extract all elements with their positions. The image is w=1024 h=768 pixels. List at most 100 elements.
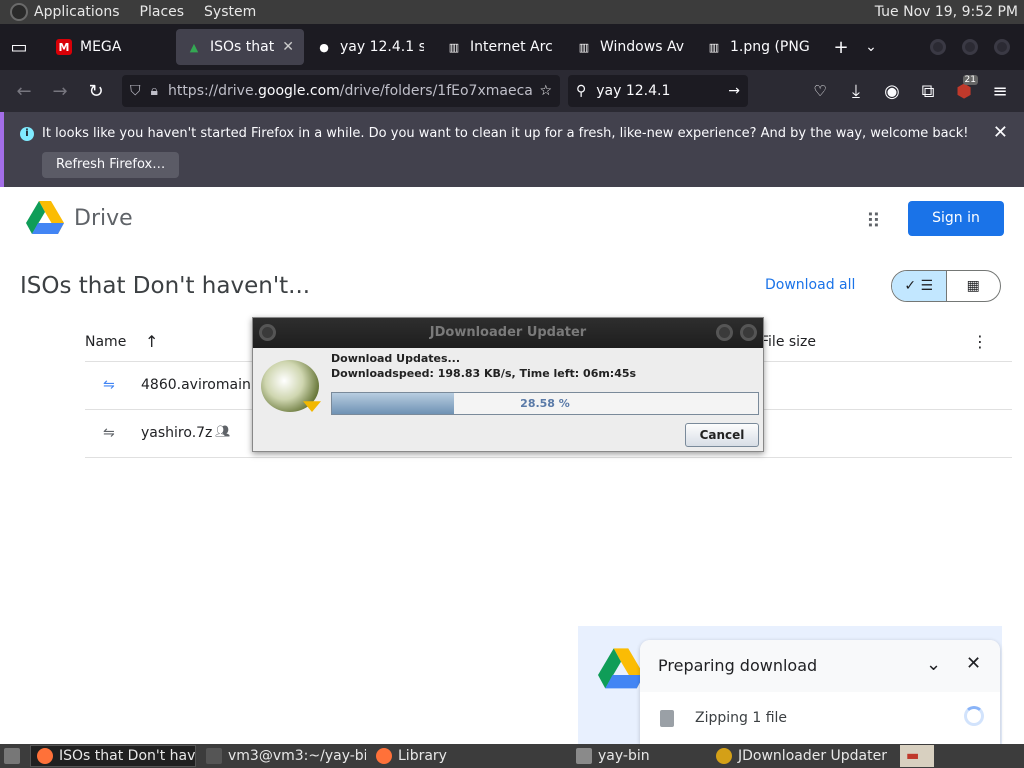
jdownloader-icon <box>716 748 732 764</box>
tab-drive[interactable]: ▲ ISOs that Don't haven't... ✕ <box>176 29 304 65</box>
close-tab-icon[interactable]: ✕ <box>282 39 294 55</box>
tab-windows-avi[interactable]: ▥ Windows Avi <box>566 29 694 65</box>
bookmark-star-icon[interactable]: ☆ <box>539 83 552 99</box>
github-favicon-icon: ● <box>319 40 329 54</box>
loading-spinner-icon <box>964 706 984 726</box>
dialog-title: JDownloader Updater <box>429 325 587 340</box>
taskbar-item-library[interactable]: Library <box>370 745 536 767</box>
reload-icon[interactable]: ↻ <box>78 81 114 102</box>
taskbar-label: yay-bin <box>598 748 650 764</box>
notification-message: i It looks like you haven't started Fire… <box>20 126 969 141</box>
taskbar-item-firefox[interactable]: ISOs that Don't hav... <box>30 745 196 767</box>
file-name[interactable]: 4860.aviromain.2 <box>141 377 264 393</box>
close-button[interactable] <box>740 324 757 341</box>
firefox-icon <box>376 748 392 764</box>
grid-view-button[interactable]: ▦ <box>947 271 1001 301</box>
terminal-icon <box>206 748 222 764</box>
info-icon: i <box>20 126 34 141</box>
account-icon[interactable]: ◉ <box>874 81 910 102</box>
download-speed-text: Downloadspeed: 198.83 KB/s, Time left: 0… <box>331 367 637 380</box>
google-apps-grid-icon[interactable]: ⠿ <box>866 209 881 233</box>
new-tab-icon[interactable]: + <box>826 37 856 58</box>
drive-favicon-icon: ▲ <box>189 40 199 54</box>
firefox-icon <box>37 748 53 764</box>
download-all-link[interactable]: Download all <box>765 277 855 293</box>
downloads-icon[interactable]: ⤓ <box>838 81 874 102</box>
search-icon: ⚲ <box>576 83 587 99</box>
tab-label: ISOs that Don't haven't... <box>210 39 276 55</box>
dialog-titlebar[interactable]: JDownloader Updater <box>253 318 763 348</box>
tracking-shield-icon[interactable]: ⛉ <box>130 83 141 99</box>
firefox-notification-bar: i It looks like you haven't started Fire… <box>0 112 1024 187</box>
tab-label: MEGA <box>80 39 122 55</box>
window-menu-button[interactable] <box>259 324 276 341</box>
clock[interactable]: Tue Nov 19, 9:52 PM <box>875 4 1018 20</box>
pocket-icon[interactable]: ♡ <box>802 82 838 100</box>
go-arrow-icon[interactable]: → <box>728 83 740 99</box>
drive-logo[interactable]: Drive <box>26 201 133 235</box>
file-type-icon: ⇋ <box>103 377 115 393</box>
column-file-size[interactable]: File size <box>761 334 816 350</box>
cancel-button[interactable]: Cancel <box>685 423 759 447</box>
minimize-button[interactable] <box>716 324 733 341</box>
chevron-down-icon[interactable]: ⌄ <box>926 654 941 675</box>
menu-system[interactable]: System <box>204 4 256 20</box>
taskbar-item-terminal[interactable]: vm3@vm3:~/yay-bin <box>200 745 366 767</box>
tab-label: yay 12.4.1 still <box>340 39 424 55</box>
sign-in-button[interactable]: Sign in <box>908 201 1004 236</box>
download-card-header: Preparing download ⌄ ✕ <box>640 640 1000 692</box>
tab-github[interactable]: ● yay 12.4.1 still <box>306 29 434 65</box>
view-toggle: ✓ ☰ ▦ <box>891 270 1001 302</box>
hamburger-menu-icon[interactable]: ≡ <box>982 81 1018 102</box>
archive-favicon-icon: ▥ <box>448 40 460 54</box>
system-logo-icon[interactable] <box>10 3 28 21</box>
show-desktop-button[interactable] <box>0 745 26 767</box>
taskbar-item-folder[interactable]: yay-bin <box>540 745 706 767</box>
refresh-firefox-button[interactable]: Refresh Firefox… <box>42 152 180 178</box>
list-view-button[interactable]: ✓ ☰ <box>892 271 947 301</box>
forward-arrow-icon[interactable]: → <box>42 81 78 102</box>
close-icon[interactable]: ✕ <box>966 653 981 674</box>
file-name[interactable]: yashiro.7z <box>141 425 212 441</box>
url-text[interactable]: https://drive.google.com/drive/folders/1… <box>168 83 533 99</box>
taskbar-label: ISOs that Don't hav... <box>59 748 196 764</box>
download-title: Preparing download <box>658 656 818 675</box>
lock-icon[interactable]: 🔒︎ <box>151 83 158 99</box>
tab-png-image[interactable]: ▥ 1.png (PNG Image) <box>696 29 824 65</box>
navigation-toolbar: ← → ↻ ⛉ 🔒︎ https://drive.google.com/driv… <box>0 70 1024 112</box>
minimize-window-button[interactable] <box>930 39 946 55</box>
image-favicon-icon: ▥ <box>708 40 720 54</box>
jdownloader-updater-dialog: JDownloader Updater Download Updates... … <box>252 317 764 452</box>
drive-logo-icon <box>26 201 64 234</box>
firefox-view-icon[interactable]: ▭ <box>4 37 34 58</box>
trash-applet[interactable]: ▬ <box>900 745 934 767</box>
tab-internet-archive[interactable]: ▥ Internet Archive <box>436 29 564 65</box>
shared-people-icon: 👥︎ <box>215 424 231 438</box>
more-options-icon[interactable]: ⋮ <box>972 332 988 351</box>
ublock-icon[interactable]: ⬢ 21 <box>946 74 982 102</box>
maximize-window-button[interactable] <box>962 39 978 55</box>
tab-mega[interactable]: M MEGA <box>46 29 174 65</box>
back-arrow-icon[interactable]: ← <box>6 81 42 102</box>
menu-places[interactable]: Places <box>140 4 185 20</box>
progress-text: 28.58 % <box>520 397 570 410</box>
drive-brand-text: Drive <box>74 205 133 231</box>
extensions-icon[interactable]: ⧉ <box>910 81 946 102</box>
download-item-text: Zipping 1 file <box>695 710 788 726</box>
column-name[interactable]: Name <box>85 334 126 350</box>
close-window-button[interactable] <box>994 39 1010 55</box>
list-tabs-chevron-icon[interactable]: ⌄ <box>856 39 886 55</box>
taskbar-label: vm3@vm3:~/yay-bin <box>228 748 366 764</box>
search-input[interactable]: yay 12.4.1 <box>596 83 728 99</box>
taskbar-item-jdownloader[interactable]: JDownloader Updater <box>710 745 892 767</box>
url-bar[interactable]: ⛉ 🔒︎ https://drive.google.com/drive/fold… <box>122 75 560 107</box>
archive-favicon-icon: ▥ <box>578 40 590 54</box>
sort-arrow-icon[interactable]: ↑ <box>145 332 158 351</box>
bottom-taskbar: ISOs that Don't hav... vm3@vm3:~/yay-bin… <box>0 744 1024 768</box>
drive-logo-icon <box>598 648 644 689</box>
search-bar[interactable]: ⚲ yay 12.4.1 → <box>568 75 748 107</box>
tab-strip: ▭ M MEGA ▲ ISOs that Don't haven't... ✕ … <box>0 24 1024 70</box>
close-icon[interactable]: ✕ <box>993 122 1008 143</box>
tab-label: Internet Archive <box>470 39 554 55</box>
menu-applications[interactable]: Applications <box>34 4 120 20</box>
